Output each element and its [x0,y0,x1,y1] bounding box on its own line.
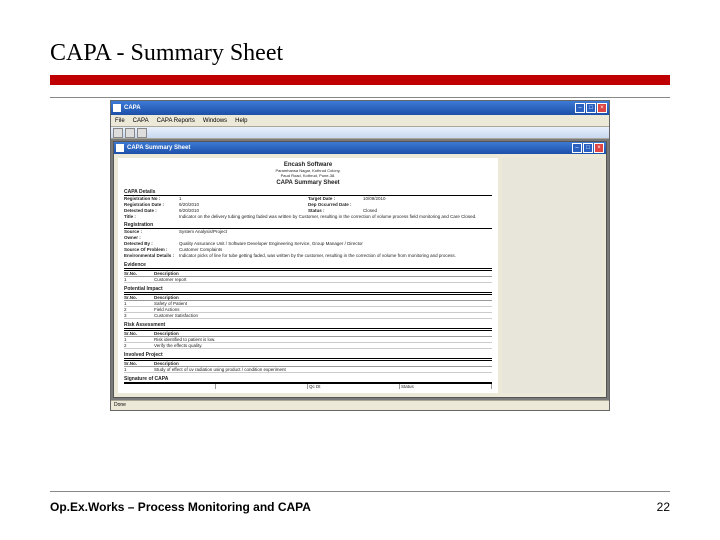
tool-icon[interactable] [125,128,135,138]
app-icon [113,104,121,112]
col-desc: Description [154,295,492,300]
report-title: CAPA Summary Sheet [124,180,492,186]
title-underline-bar [50,75,670,85]
menu-file[interactable]: File [115,118,125,124]
tool-icon[interactable] [113,128,123,138]
value-env: Indicator picks of line for tube getting… [179,253,492,259]
col-desc: Description [154,361,492,366]
col-srno: Sr.No. [124,271,154,276]
col-srno: Sr.No. [124,361,154,366]
company-addr2: Paud Road, Kothrud, Pune-38. [124,173,492,178]
doc-window-title: CAPA Summary Sheet [127,145,572,151]
section-risk: Risk Assessment [124,322,492,329]
menu-windows[interactable]: Windows [203,118,227,124]
tool-icon[interactable] [137,128,147,138]
col-srno: Sr.No. [124,331,154,336]
menubar: File CAPA CAPA Reports Windows Help [111,115,609,127]
menu-help[interactable]: Help [235,118,247,124]
section-signature: Signature of CAPA [124,376,492,383]
doc-maximize-button[interactable]: □ [583,143,593,153]
section-details: CAPA Details [124,189,492,196]
doc-close-button[interactable]: × [594,143,604,153]
table-row: 3Customer Satisfaction [124,313,492,319]
section-potential: Potential Impact [124,286,492,293]
col-desc: Description [154,331,492,336]
slide-title: CAPA - Summary Sheet [50,40,670,67]
footer-text: Op.Ex.Works – Process Monitoring and CAP… [50,500,311,514]
close-button[interactable]: × [597,103,607,113]
table-row: 2Verify the effects quality. [124,343,492,349]
mdi-area: CAPA Summary Sheet – □ × Encash Software… [111,139,609,400]
toolbar [111,127,609,139]
table-row: 1Study of effect of uv radiation using p… [124,367,492,373]
doc-minimize-button[interactable]: – [572,143,582,153]
report-header: Encash Software Paramhansa Nagar, Kothru… [124,162,492,186]
section-registration: Registration [124,222,492,229]
statusbar: Done [111,400,609,410]
col-desc: Description [154,271,492,276]
value-title: Indicator on the delivery tubing getting… [179,214,492,220]
table-row: 1Customer report [124,277,492,283]
menu-reports[interactable]: CAPA Reports [157,118,195,124]
section-involved: Involved Project [124,352,492,359]
signature-row: Qc DtStatus [124,383,492,389]
doc-titlebar: CAPA Summary Sheet – □ × [114,142,606,154]
main-window-title: CAPA [124,105,575,111]
main-titlebar: CAPA – □ × [111,101,609,115]
label-title: Title : [124,214,179,220]
minimize-button[interactable]: – [575,103,585,113]
report-page: Encash Software Paramhansa Nagar, Kothru… [118,158,498,393]
footer-divider [50,491,670,492]
app-window: CAPA – □ × File CAPA CAPA Reports Window… [110,100,610,411]
divider [50,97,670,98]
menu-capa[interactable]: CAPA [133,118,149,124]
col-srno: Sr.No. [124,295,154,300]
page-number: 22 [657,500,670,514]
maximize-button[interactable]: □ [586,103,596,113]
side-panel [502,158,602,393]
label-env: Environmental Details : [124,253,179,259]
document-window: CAPA Summary Sheet – □ × Encash Software… [113,141,607,398]
doc-icon [116,144,124,152]
section-evidence: Evidence [124,262,492,269]
